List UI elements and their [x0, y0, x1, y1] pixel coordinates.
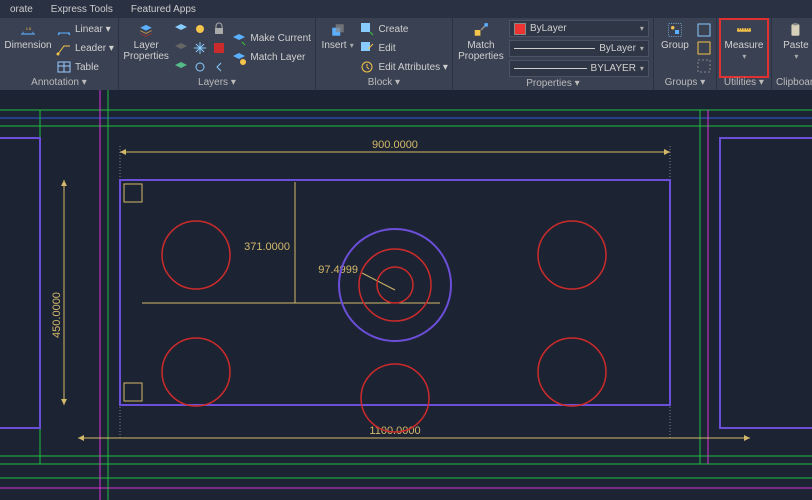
dim-height-left: 450.0000: [51, 292, 63, 338]
table-icon: [56, 59, 72, 75]
cad-drawing: 900.0000 450.0000 371.0000 97.4999 1100.…: [0, 90, 812, 500]
dimension-icon: 1.0: [20, 22, 36, 38]
layer-properties-label: Layer Properties: [123, 40, 169, 62]
linear-button[interactable]: Linear ▾: [56, 21, 114, 38]
leader-icon: [56, 40, 72, 56]
chevron-down-icon: ▾: [640, 64, 644, 73]
burner-circle: [361, 364, 429, 432]
layer-properties-button[interactable]: Layer Properties: [123, 20, 169, 76]
create-block-button[interactable]: Create: [359, 21, 448, 38]
tab-collaborate[interactable]: orate: [2, 2, 41, 17]
burner-circle: [538, 338, 606, 406]
properties-panel-label[interactable]: Properties ▾: [457, 77, 649, 91]
tab-featured-apps[interactable]: Featured Apps: [123, 2, 204, 17]
ribbon-tabs: orate Express Tools Featured Apps: [0, 0, 812, 18]
tab-express-tools[interactable]: Express Tools: [43, 2, 121, 17]
burner-circle: [162, 221, 230, 289]
svg-text:1.0: 1.0: [26, 26, 32, 31]
burner-circle: [162, 338, 230, 406]
center-ring-mid: [359, 249, 431, 321]
center-ring-outer: [339, 229, 451, 341]
linear-icon: [56, 21, 72, 37]
chevron-down-icon: ▾: [742, 52, 746, 61]
paste-button[interactable]: Paste▾: [776, 20, 812, 76]
leader-button[interactable]: Leader ▾: [56, 40, 114, 57]
panel-clipboard: Paste▾ Clipboard: [772, 18, 812, 90]
ribbon: 1.0 Dimension Linear ▾ Leader ▾ Table An…: [0, 18, 812, 91]
edit-attributes-icon: [359, 59, 375, 75]
insert-icon: [330, 22, 346, 38]
measure-icon: [736, 22, 752, 38]
dimension-button[interactable]: 1.0 Dimension: [4, 20, 52, 76]
groups-panel-label[interactable]: Groups ▾: [658, 76, 712, 90]
color-dropdown[interactable]: ByLayer▾: [509, 20, 649, 37]
match-properties-label: Match Properties: [458, 40, 504, 62]
layers-panel-label[interactable]: Layers ▾: [123, 76, 311, 90]
lineweight-dropdown[interactable]: ByLayer▾: [509, 40, 649, 57]
layer-state-icon[interactable]: [173, 21, 189, 37]
layer-thaw-icon[interactable]: [192, 40, 208, 56]
clipboard-panel-label[interactable]: Clipboard: [776, 76, 812, 90]
edit-attributes-button[interactable]: Edit Attributes ▾: [359, 59, 448, 76]
panel-utilities: Measure▾ Utilities ▾: [717, 18, 772, 90]
dim-width-top: 900.0000: [372, 139, 418, 151]
utilities-panel-label[interactable]: Utilities ▾: [721, 76, 767, 90]
match-properties-button[interactable]: Match Properties: [457, 20, 505, 77]
layer-prev-icon[interactable]: [211, 59, 227, 75]
drawing-area[interactable]: 900.0000 450.0000 371.0000 97.4999 1100.…: [0, 90, 812, 500]
chevron-down-icon: ▾: [348, 41, 354, 50]
table-button[interactable]: Table: [56, 59, 114, 76]
match-layer-icon: [231, 50, 247, 66]
chevron-down-icon: ▾: [640, 44, 644, 53]
panel-properties: Match Properties ByLayer▾ ByLayer▾ BYLAY…: [453, 18, 654, 90]
insert-button[interactable]: Insert ▾: [320, 20, 356, 76]
match-properties-icon: [473, 22, 489, 38]
panel-annotation: 1.0 Dimension Linear ▾ Leader ▾ Table An…: [0, 18, 119, 90]
make-current-button[interactable]: Make Current: [231, 30, 311, 47]
panel-layers: Layer Properties Make Current Match Laye…: [119, 18, 316, 90]
measure-button[interactable]: Measure▾: [721, 20, 767, 76]
layer-color-icon[interactable]: [211, 40, 227, 56]
panel-block: Insert ▾ Create Edit Edit Attributes ▾ B…: [316, 18, 453, 90]
layers-icon: [138, 22, 154, 38]
dim-radius: 97.4999: [318, 264, 358, 276]
line-icon: [514, 68, 587, 69]
chevron-down-icon: ▾: [640, 24, 644, 33]
outline-rect: [120, 180, 670, 405]
match-layer-button[interactable]: Match Layer: [231, 49, 311, 66]
layer-state-icons: [173, 20, 227, 76]
group-icon: [667, 22, 683, 38]
dimension-label: Dimension: [4, 40, 51, 51]
layer-freeze-icon[interactable]: [192, 21, 208, 37]
layer-walk-icon[interactable]: [192, 59, 208, 75]
annotation-panel-label[interactable]: Annotation ▾: [4, 76, 114, 90]
create-icon: [359, 21, 375, 37]
group-bbox-icon[interactable]: [696, 58, 712, 74]
make-current-icon: [231, 31, 247, 47]
layer-lock-icon[interactable]: [211, 21, 227, 37]
block-panel-label[interactable]: Block ▾: [320, 76, 448, 90]
edit-icon: [359, 40, 375, 56]
dim-inner-height: 371.0000: [244, 241, 290, 253]
layer-iso-icon[interactable]: [173, 59, 189, 75]
layer-off-icon[interactable]: [173, 40, 189, 56]
edit-block-button[interactable]: Edit: [359, 40, 448, 57]
center-ring-inner: [377, 267, 413, 303]
group-button[interactable]: Group: [658, 20, 692, 76]
linetype-dropdown[interactable]: BYLAYER▾: [509, 60, 649, 77]
burner-circle: [538, 221, 606, 289]
color-swatch-icon: [514, 23, 526, 35]
chevron-down-icon: ▾: [794, 52, 798, 61]
line-icon: [514, 48, 595, 49]
ungroup-icon[interactable]: [696, 22, 712, 38]
group-edit-icon[interactable]: [696, 40, 712, 56]
paste-icon: [788, 22, 804, 38]
panel-groups: Group Groups ▾: [654, 18, 717, 90]
